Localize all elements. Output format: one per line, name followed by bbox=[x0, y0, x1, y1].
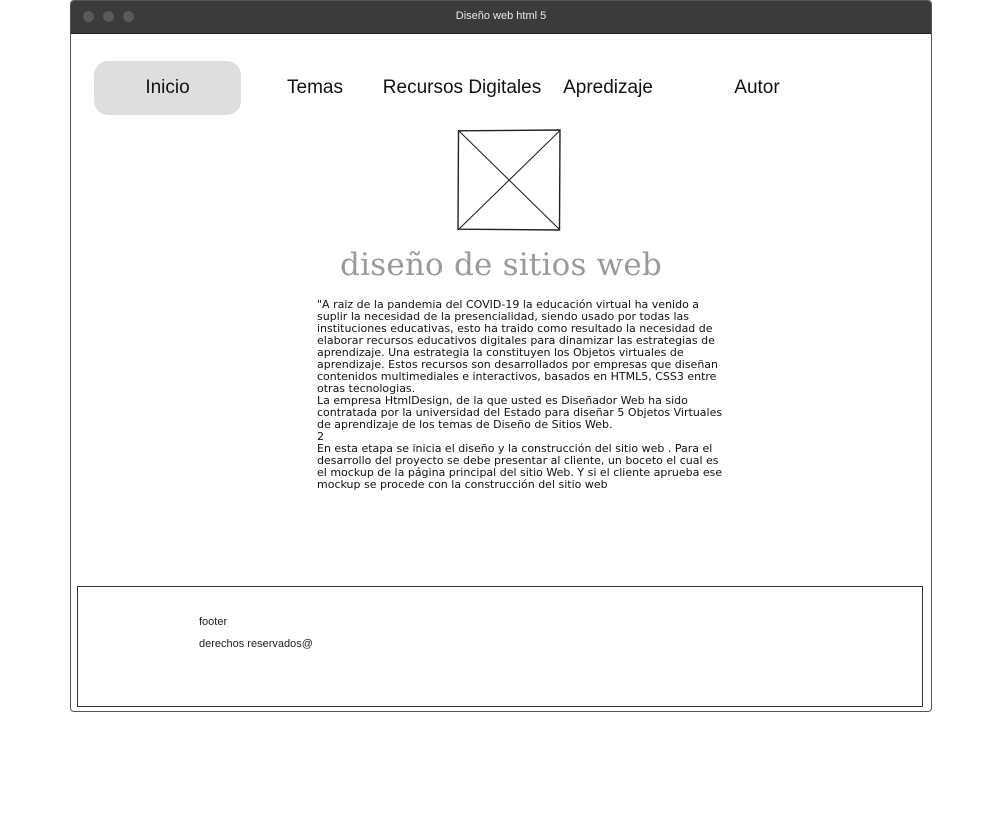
nav-item-apredizaje[interactable]: Apredizaje bbox=[549, 61, 667, 115]
browser-window: Diseño web html 5 Inicio Temas Recursos … bbox=[70, 0, 932, 712]
content-paragraph-2: La empresa HtmlDesign, de la que usted e… bbox=[317, 394, 723, 431]
footer-copyright: derechos reservados@ bbox=[199, 638, 313, 650]
window-title: Diseño web html 5 bbox=[455, 10, 547, 22]
content-paragraph-1: "A raiz de la pandemia del COVID-19 la e… bbox=[317, 298, 719, 395]
nav-item-inicio[interactable]: Inicio bbox=[94, 61, 241, 115]
image-placeholder-graphic bbox=[457, 129, 561, 231]
page-heading: diseño de sitios web bbox=[340, 247, 662, 283]
nav-item-temas[interactable]: Temas bbox=[254, 61, 376, 115]
content-paragraph-4: En esta etapa se inicia el diseño y la c… bbox=[317, 442, 723, 491]
footer-label: footer bbox=[199, 616, 228, 628]
content-text: "A raiz de la pandemia del COVID-19 la e… bbox=[317, 299, 727, 491]
nav-item-recursos-digitales[interactable]: Recursos Digitales bbox=[381, 61, 543, 115]
title-bar: Diseño web html 5 bbox=[71, 1, 931, 34]
main-nav: Inicio Temas Recursos Digitales Aprediza… bbox=[71, 61, 931, 117]
page-footer: footer derechos reservados@ bbox=[77, 586, 923, 707]
nav-item-autor[interactable]: Autor bbox=[701, 61, 813, 115]
image-placeholder-icon bbox=[457, 129, 561, 231]
